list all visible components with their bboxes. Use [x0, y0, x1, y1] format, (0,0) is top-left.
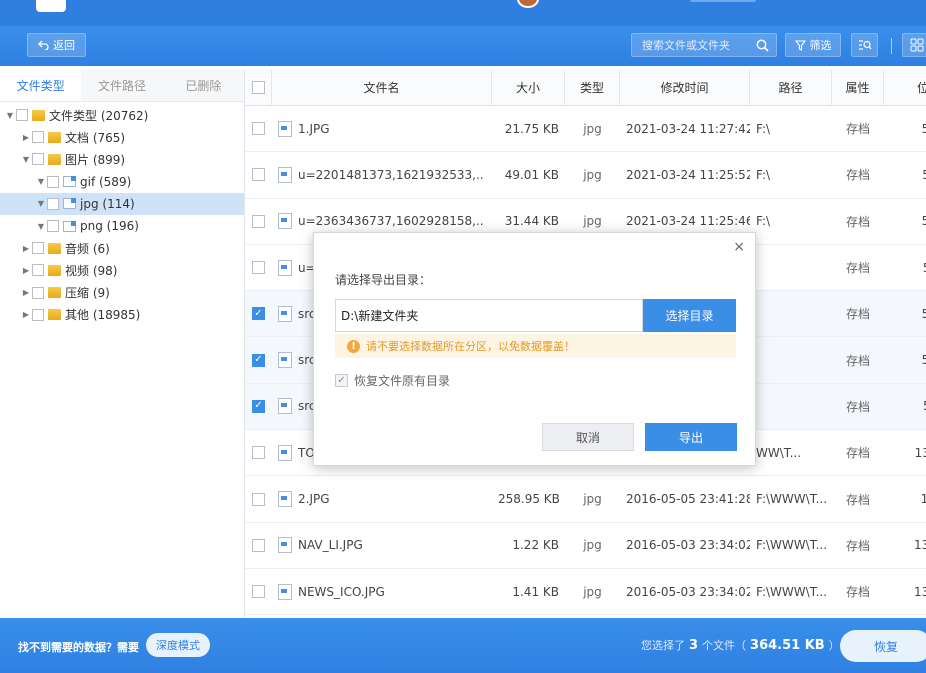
export-button[interactable]: 导出 [645, 423, 737, 451]
modal-overlay: × 请选择导出目录： 选择目录 ! 请不要选择数据所在分区，以免数据覆盖！ ✓ … [0, 0, 926, 673]
choose-directory-button[interactable]: 选择目录 [643, 299, 736, 332]
warning-icon: ! [347, 339, 360, 353]
keep-structure-checkbox[interactable]: ✓ [335, 374, 348, 387]
warning-banner: ! 请不要选择数据所在分区，以免数据覆盖！ [335, 334, 736, 358]
warning-text: 请不要选择数据所在分区，以免数据覆盖！ [366, 340, 575, 353]
dialog-title: 请选择导出目录： [335, 273, 432, 287]
cancel-button[interactable]: 取消 [542, 423, 634, 451]
close-icon[interactable]: × [733, 239, 745, 255]
keep-structure-label: 恢复文件原有目录 [354, 374, 451, 388]
keep-structure-option[interactable]: ✓ 恢复文件原有目录 [335, 372, 450, 389]
export-dialog: × 请选择导出目录： 选择目录 ! 请不要选择数据所在分区，以免数据覆盖！ ✓ … [313, 232, 756, 466]
app-window: 返回 筛选 文件类型 文件路径 已删除 ▼ [0, 0, 926, 673]
export-path-field[interactable] [335, 299, 643, 332]
